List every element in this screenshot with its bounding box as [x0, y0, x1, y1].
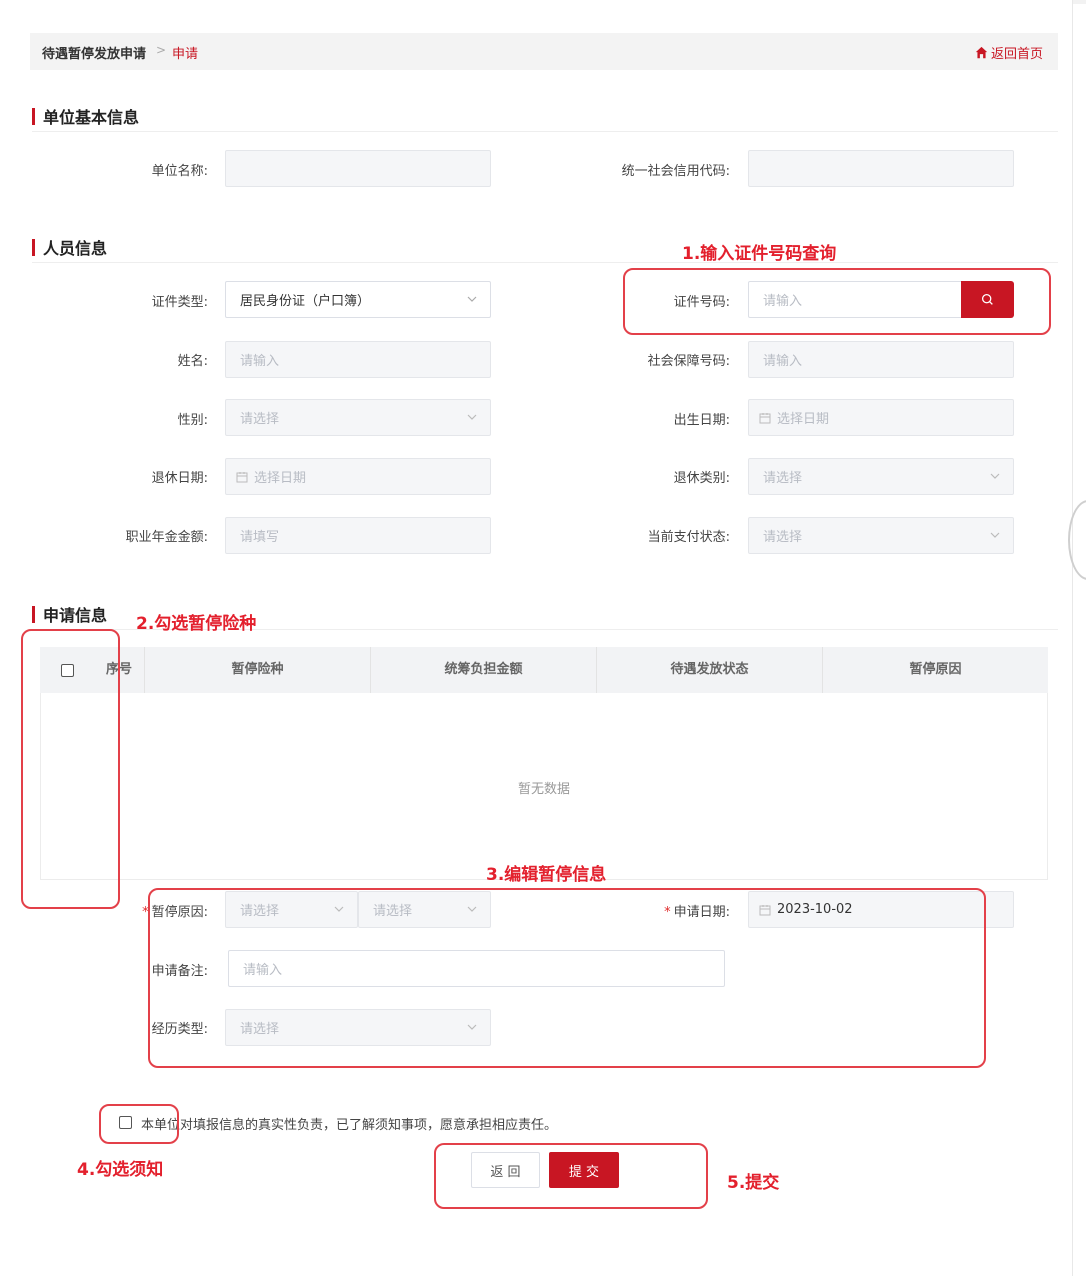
breadcrumb-parent[interactable]: 待遇暂停发放申请 [42, 43, 146, 62]
name-input[interactable]: 请输入 [225, 341, 491, 378]
id-type-select[interactable]: 居民身份证（户口簿） [225, 281, 491, 318]
col-pooling-amount: 统筹负担金额 [370, 647, 596, 693]
annotation-step1: 1.输入证件号码查询 [682, 244, 837, 264]
calendar-icon [236, 471, 248, 482]
retire-type-select[interactable]: 请选择 [748, 458, 1014, 495]
section-title-apply: 申请信息 [32, 602, 107, 626]
section-divider [32, 262, 1058, 263]
col-suspend-reason: 暂停原因 [822, 647, 1048, 693]
chevron-down-icon [990, 532, 1000, 538]
name-label: 姓名: [177, 354, 208, 369]
table-empty-text: 暂无数据 [517, 782, 570, 797]
id-type-label: 证件类型: [151, 295, 208, 310]
calendar-icon [759, 412, 771, 423]
annotation-step2: 2.勾选暂停险种 [136, 614, 257, 634]
breadcrumb-current: 申请 [172, 47, 199, 62]
agreement-text: 本单位对填报信息的真实性负责，已了解须知事项，愿意承担相应责任。 [141, 1118, 558, 1133]
unit-name-field[interactable] [225, 150, 491, 187]
annotation-box-step5 [434, 1143, 708, 1209]
section-title-person: 人员信息 [32, 235, 107, 259]
gender-label: 性别: [177, 413, 208, 428]
annuity-input[interactable]: 请填写 [225, 517, 491, 554]
section-title-unit: 单位基本信息 [32, 104, 139, 128]
gender-select[interactable]: 请选择 [225, 399, 491, 436]
annotation-box-step1 [623, 268, 1051, 335]
col-insurance-type: 暂停险种 [144, 647, 370, 693]
birth-date-picker[interactable]: 选择日期 [748, 399, 1014, 436]
credit-code-label: 统一社会信用代码: [621, 164, 730, 179]
unit-name-label: 单位名称: [151, 164, 208, 179]
chevron-down-icon [467, 414, 477, 420]
credit-code-field[interactable] [748, 150, 1014, 187]
ssn-label: 社会保障号码: [647, 354, 730, 369]
table-header: 序号 暂停险种 统筹负担金额 待遇发放状态 暂停原因 [40, 647, 1048, 693]
annotation-step3: 3.编辑暂停信息 [486, 865, 607, 885]
annotation-box-step2 [21, 629, 120, 909]
annotation-box-step3 [148, 888, 986, 1068]
pay-status-select[interactable]: 请选择 [748, 517, 1014, 554]
annuity-label: 职业年金金额: [125, 530, 208, 545]
retire-type-label: 退休类别: [673, 471, 730, 486]
birth-label: 出生日期: [673, 413, 730, 428]
ssn-input[interactable]: 请输入 [748, 341, 1014, 378]
retire-date-picker[interactable]: 选择日期 [225, 458, 491, 495]
page-container [0, 0, 1073, 1276]
breadcrumb-separator: > [156, 43, 167, 57]
col-payment-status: 待遇发放状态 [596, 647, 822, 693]
annotation-step5: 5.提交 [727, 1173, 780, 1193]
home-link[interactable]: 返回首页 [975, 43, 1043, 62]
home-icon [975, 46, 988, 59]
annotation-step4: 4.勾选须知 [77, 1160, 164, 1180]
annotation-box-step4 [99, 1104, 179, 1144]
home-link-label: 返回首页 [991, 47, 1044, 62]
retire-date-label: 退休日期: [151, 471, 208, 486]
section-divider [32, 131, 1058, 132]
pay-status-label: 当前支付状态: [647, 530, 730, 545]
chevron-down-icon [990, 473, 1000, 479]
chevron-down-icon [467, 296, 477, 302]
